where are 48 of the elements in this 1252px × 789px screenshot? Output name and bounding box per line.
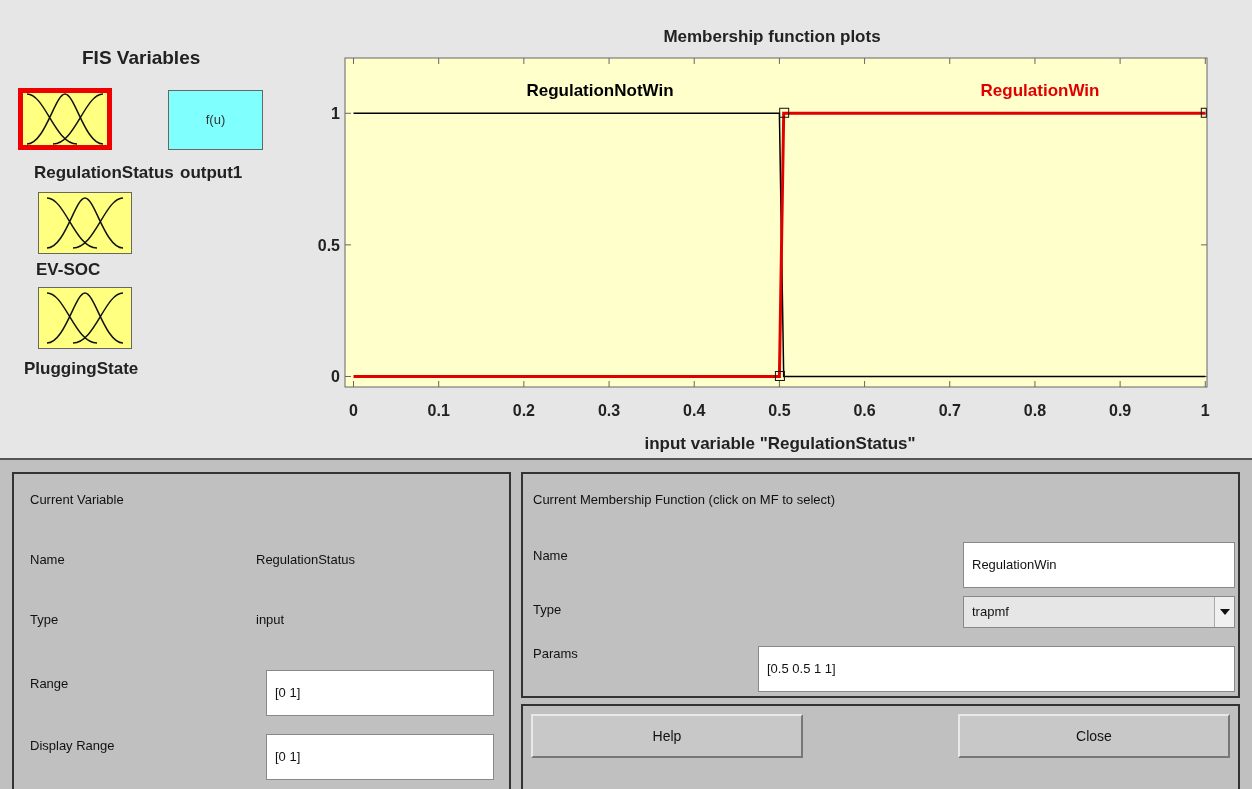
x-tick-label: 0.9 <box>1109 402 1132 419</box>
output-variable-button[interactable]: f(u) <box>168 90 263 150</box>
x-tick-label: 0.1 <box>427 402 450 419</box>
input-variable-button[interactable] <box>38 192 132 254</box>
x-tick-label: 0.3 <box>597 402 621 419</box>
y-tick-label: 1 <box>331 105 340 123</box>
field-label: Display Range <box>30 737 115 755</box>
display-range-field[interactable]: [0 1] <box>266 734 494 780</box>
membership-curves-icon <box>45 291 125 345</box>
panel-title: FIS Variables <box>82 46 201 70</box>
range-field[interactable]: [0 1] <box>266 670 494 716</box>
field-label: Name <box>533 547 568 565</box>
plot-title: Membership function plots <box>663 27 881 46</box>
variable-label: RegulationStatus <box>34 162 174 184</box>
field-value: input <box>256 611 285 629</box>
field-label: Params <box>533 645 578 663</box>
membership-curves-icon <box>45 196 125 250</box>
x-tick-label: 0.5 <box>768 402 791 419</box>
input-variable-button[interactable] <box>38 287 132 349</box>
variable-label: EV-SOC <box>36 259 101 281</box>
membership-curves-icon <box>25 92 105 146</box>
x-tick-label: 0.8 <box>1023 402 1047 419</box>
curve-label: RegulationWin <box>980 81 1100 100</box>
name-field[interactable]: RegulationWin <box>963 542 1235 588</box>
type-dropdown[interactable]: trapmf <box>963 596 1235 628</box>
x-tick-label: 0.6 <box>853 402 876 419</box>
params-field[interactable]: [0.5 0.5 1 1] <box>758 646 1235 692</box>
input-variable-button[interactable] <box>18 88 112 150</box>
variable-label: output1 <box>180 162 243 184</box>
x-tick-label: 0.2 <box>512 402 535 419</box>
field-label: Range <box>30 675 69 693</box>
x-axis-label: input variable "RegulationStatus" <box>644 434 916 453</box>
dialog-button[interactable]: Help <box>531 714 803 758</box>
dialog-button[interactable]: Close <box>958 714 1230 758</box>
field-label: Type <box>533 601 562 619</box>
y-tick-label: 0 <box>331 368 340 386</box>
field-label: Name <box>30 551 65 569</box>
curve-label: RegulationNotWin <box>526 81 674 100</box>
panel-title: Current Variable <box>30 491 124 509</box>
x-tick-label: 0.7 <box>938 402 961 419</box>
panel-title: Current Membership Function (click on MF to select) <box>533 491 835 509</box>
field-label: Type <box>30 611 59 629</box>
variable-label: PluggingState <box>24 358 139 380</box>
y-tick-label: 0.5 <box>317 236 340 254</box>
x-tick-label: 1 <box>1200 402 1210 419</box>
x-tick-label: 0.4 <box>683 402 706 419</box>
field-value: RegulationStatus <box>256 551 355 569</box>
x-tick-label: 0 <box>349 402 358 419</box>
